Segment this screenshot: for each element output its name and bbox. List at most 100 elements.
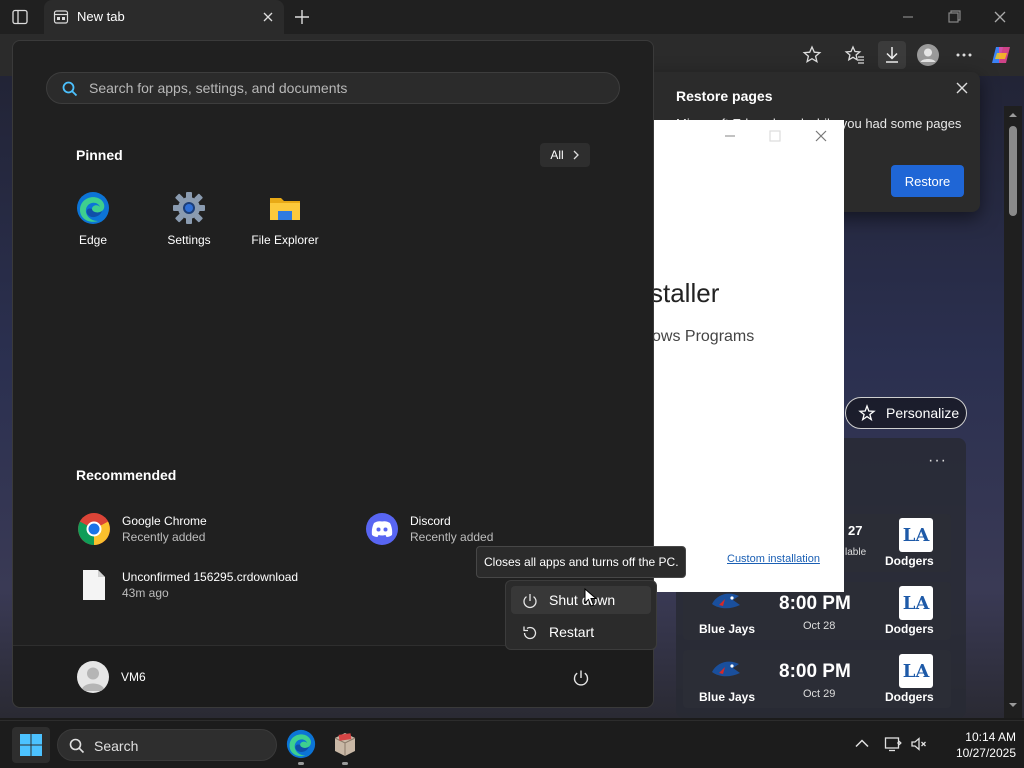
game-date: Oct 28 [803,620,836,632]
volume-muted-icon[interactable] [910,735,928,753]
more-menu-icon[interactable] [952,43,976,67]
restart-menu-item[interactable]: Restart [511,618,651,646]
chrome-icon [77,512,111,546]
start-button[interactable] [12,727,50,763]
restore-button[interactable]: Restore [891,165,964,197]
blue-jays-logo [709,656,743,684]
shut-down-label: Shut down [549,592,616,608]
recommended-item-name: Google Chrome [122,514,207,528]
pinned-app-edge[interactable]: Edge [45,191,141,251]
downloads-icon[interactable] [878,41,906,69]
recommended-item-name: Unconfirmed 156295.crdownload [122,570,299,584]
restart-label: Restart [549,624,595,640]
search-icon [69,738,85,754]
search-icon [62,81,78,97]
user-avatar[interactable] [77,661,109,693]
start-search-box[interactable] [46,72,620,104]
home-team-name: Dodgers [885,622,934,636]
personalize-label: Personalize [886,405,960,421]
scroll-up-icon[interactable] [1008,110,1018,120]
favorite-star-icon[interactable] [800,43,824,67]
edge-icon [76,191,110,225]
profile-avatar-icon[interactable] [916,43,940,67]
start-menu-footer: VM6 [13,645,653,707]
game-date: lable [845,547,867,558]
pinned-app-label: File Explorer [251,233,319,247]
chevron-right-icon [573,150,579,160]
clock-date: 10/27/2025 [955,746,1016,760]
taskbar-clock[interactable]: 10:14 AM 10/27/2025 [934,729,1016,761]
copilot-icon[interactable] [989,43,1013,67]
game-time: 8:00 PM [779,661,851,682]
new-tab-page-icon [53,9,69,25]
away-team-name: Blue Jays [699,690,756,704]
minimize-icon[interactable] [722,128,738,144]
scrollbar-thumb[interactable] [1009,126,1017,216]
favorites-icon[interactable] [843,43,867,67]
browser-title-bar: New tab [0,0,1024,34]
pinned-app-settings[interactable]: Settings [141,191,237,251]
taskbar-search-label: Search [94,738,139,754]
pinned-heading: Pinned [76,147,123,163]
dodgers-logo: LA [899,654,933,688]
taskbar-edge-icon[interactable] [286,729,316,759]
user-name[interactable]: VM6 [121,670,146,684]
restore-window-icon[interactable] [944,7,964,27]
tab-close-icon[interactable] [260,9,276,25]
taskbar-search-box[interactable]: Search [57,729,277,761]
clock-time: 10:14 AM [965,730,1016,744]
running-indicator [342,762,348,765]
recommended-heading: Recommended [76,467,177,483]
taskbar: Search 10:14 AM 10/27/2025 [0,720,1024,768]
page-scrollbar[interactable] [1004,106,1022,718]
network-monitor-icon[interactable] [884,735,902,753]
folder-icon [268,191,302,225]
tab-title: New tab [77,9,125,24]
recommended-item-chrome[interactable]: Google Chrome Recently added [77,508,327,548]
pinned-app-file-explorer[interactable]: File Explorer [237,191,333,251]
dodgers-logo: LA [899,518,933,552]
game-card[interactable]: Blue Jays 8:00 PM Oct 29 LA Dodgers [683,650,951,708]
settings-gear-icon [172,191,206,225]
mouse-cursor-icon [584,588,598,608]
sidebar-toggle-icon[interactable] [10,7,30,27]
all-apps-button[interactable]: All [540,143,590,167]
close-window-icon[interactable] [990,7,1010,27]
recommended-item-discord[interactable]: Discord Recently added [365,508,565,548]
recommended-item-download-file[interactable]: Unconfirmed 156295.crdownload 43m ago [77,564,377,604]
restore-pages-title: Restore pages [676,88,773,104]
scroll-down-icon[interactable] [1008,700,1018,710]
recommended-item-subtitle: Recently added [122,530,206,544]
close-icon[interactable] [952,78,972,98]
minimize-icon[interactable] [898,7,918,27]
personalize-button[interactable]: Personalize [845,397,967,429]
new-tab-plus-icon[interactable] [292,7,312,27]
close-icon[interactable] [813,128,829,144]
taskbar-installer-box-icon[interactable] [330,729,360,759]
shut-down-menu-item[interactable]: Shut down [511,586,651,614]
shut-down-tooltip: Closes all apps and turns off the PC. [476,546,686,578]
pinned-app-label: Edge [78,233,108,247]
all-apps-label: All [550,148,564,162]
away-team-name: Blue Jays [699,622,756,636]
dodgers-logo: LA [899,586,933,620]
installer-subheading: ows Programs [652,328,755,345]
running-indicator [298,762,304,765]
power-options-menu: Shut down Restart [505,580,657,650]
more-options-icon[interactable]: ··· [928,452,947,470]
chevron-up-icon[interactable] [853,735,871,753]
windows-logo-icon [20,734,42,756]
home-team-name: Dodgers [885,690,934,704]
discord-icon [365,512,399,546]
home-team-name: Dodgers [885,554,934,568]
game-time: 8:00 PM [779,593,851,614]
sparkle-star-icon [858,404,876,422]
maximize-icon[interactable] [767,128,783,144]
power-icon[interactable] [571,668,591,688]
installer-heading: staller [650,278,720,308]
custom-installation-link[interactable]: Custom installation [727,553,820,565]
tab-new-tab[interactable]: New tab [44,0,284,34]
start-search-input[interactable] [89,73,609,103]
game-time: 27 [848,523,863,538]
power-icon [523,594,537,609]
